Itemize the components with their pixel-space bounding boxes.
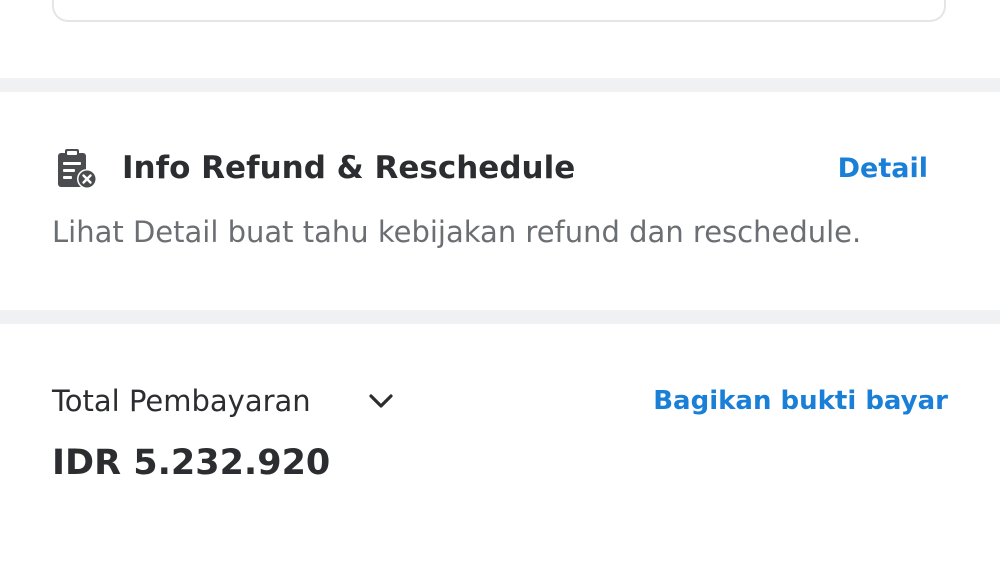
section-divider xyxy=(0,78,1000,92)
previous-card xyxy=(52,0,946,22)
chevron-down-icon[interactable] xyxy=(366,388,396,414)
clipboard-cancel-icon xyxy=(58,149,97,189)
total-payment-amount: IDR 5.232.920 xyxy=(52,443,331,483)
refund-info-description: Lihat Detail buat tahu kebijakan refund … xyxy=(52,215,862,249)
refund-info-section xyxy=(0,92,1000,310)
share-payment-proof-link[interactable]: Bagikan bukti bayar xyxy=(653,382,948,420)
refund-info-title: Info Refund & Reschedule xyxy=(122,150,576,186)
refund-detail-link[interactable]: Detail xyxy=(838,150,928,188)
total-payment-label: Total Pembayaran xyxy=(52,384,311,418)
section-divider xyxy=(0,310,1000,324)
